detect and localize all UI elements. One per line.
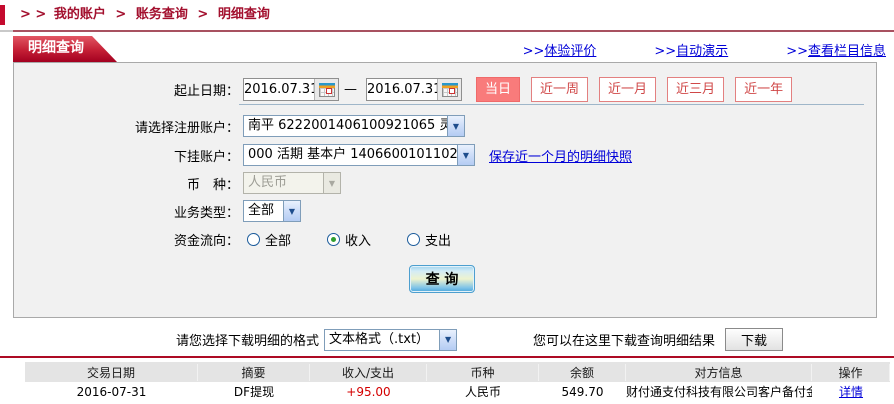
register-account-label: 请选择注册账户： <box>14 117 239 136</box>
calendar-icon <box>319 83 335 97</box>
link-prefix: >> <box>786 44 808 59</box>
download-format-label: 请您选择下载明细的格式 <box>176 330 319 349</box>
chevron-down-icon: ▼ <box>457 145 474 165</box>
link-label: 查看栏目信息 <box>808 44 886 59</box>
biz-type-select[interactable]: 全部 ▼ <box>243 200 301 222</box>
flow-option-label: 全部 <box>265 230 291 249</box>
save-monthly-snapshot-link[interactable]: 保存近一个月的明细快照 <box>489 146 632 165</box>
download-format-value: 文本格式（.txt） <box>325 330 439 350</box>
currency-value: 人民币 <box>244 173 323 193</box>
biz-type-row: 业务类型： 全部 ▼ <box>14 200 876 222</box>
flow-direction-label: 资金流向： <box>14 230 239 249</box>
cell-action: 详情 <box>812 383 890 400</box>
cell-balance: 549.70 <box>539 385 626 399</box>
currency-row: 币 种： 人民币 ▼ <box>14 172 876 194</box>
section-divider <box>0 356 894 358</box>
calendar-picker-button[interactable] <box>437 79 461 100</box>
radio-selected-icon <box>327 233 340 246</box>
chevron-down-icon: ▼ <box>439 330 456 350</box>
breadcrumb-separator: > <box>115 7 126 22</box>
breadcrumb-separator: > <box>197 7 208 22</box>
cell-currency: 人民币 <box>427 383 539 400</box>
calendar-icon <box>442 83 458 97</box>
results-table: 交易日期 摘要 收入/支出 币种 余额 对方信息 操作 2016-07-31 D… <box>25 362 890 404</box>
query-form-panel: 起止日期： 2016.07.31 — 2016.07.31 当日 近一周 近一月… <box>13 62 877 318</box>
header-summary: 摘要 <box>198 364 310 381</box>
flow-radio-all[interactable]: 全部 <box>247 230 291 249</box>
download-hint-text: 您可以在这里下载查询明细结果 <box>533 330 715 349</box>
register-account-select[interactable]: 南平 6222001406100921065 灵通卡 ▼ <box>243 115 465 137</box>
cell-trade-date: 2016-07-31 <box>25 385 198 399</box>
table-header-row: 交易日期 摘要 收入/支出 币种 余额 对方信息 操作 <box>25 362 890 382</box>
breadcrumb-item-my-account[interactable]: 我的账户 <box>54 7 106 22</box>
date-from-input[interactable]: 2016.07.31 <box>243 78 339 101</box>
header-income-expense: 收入/支出 <box>310 364 427 381</box>
quick-range-3months-button[interactable]: 近三月 <box>667 77 724 102</box>
date-range-row: 起止日期： 2016.07.31 — 2016.07.31 当日 近一周 近一月… <box>14 77 876 102</box>
date-from-value: 2016.07.31 <box>244 79 314 100</box>
currency-label: 币 种： <box>14 174 239 193</box>
sub-account-value: 000 活期 基本户 1406600101102571848 <box>244 145 457 165</box>
breadcrumb-item-account-query[interactable]: 账务查询 <box>136 7 188 22</box>
biz-type-label: 业务类型： <box>14 202 239 221</box>
detail-link[interactable]: 详情 <box>839 385 863 399</box>
chevron-down-icon: ▼ <box>323 173 340 193</box>
cell-counterparty: 财付通支付科技有限公司客户备付金 <box>626 383 812 400</box>
flow-radio-expense[interactable]: 支出 <box>407 230 451 249</box>
flow-radio-income[interactable]: 收入 <box>327 230 371 249</box>
breadcrumb-marker-bar <box>0 5 5 25</box>
register-account-value: 南平 6222001406100921065 灵通卡 <box>244 116 447 136</box>
chevron-down-icon: ▼ <box>447 116 464 136</box>
link-auto-demo[interactable]: >>自动演示 <box>654 40 728 59</box>
date-range-label: 起止日期： <box>14 80 239 99</box>
sub-account-row: 下挂账户： 000 活期 基本户 1406600101102571848 ▼ 保… <box>14 144 876 166</box>
quick-range-year-button[interactable]: 近一年 <box>735 77 792 102</box>
table-row: 2016-07-31 DF提现 +95.00 人民币 549.70 财付通支付科… <box>25 382 890 401</box>
biz-type-value: 全部 <box>244 201 283 221</box>
header-balance: 余额 <box>539 364 626 381</box>
link-prefix: >> <box>654 44 676 59</box>
download-format-select[interactable]: 文本格式（.txt） ▼ <box>324 329 457 351</box>
tab-bar: 明细查询 >>体验评价 >>自动演示 >>查看栏目信息 <box>0 32 894 62</box>
header-currency: 币种 <box>427 364 539 381</box>
link-label: 体验评价 <box>544 44 596 59</box>
quick-range-today-button[interactable]: 当日 <box>476 77 520 102</box>
link-prefix: >> <box>523 44 545 59</box>
sub-account-select[interactable]: 000 活期 基本户 1406600101102571848 ▼ <box>243 144 475 166</box>
radio-icon <box>247 233 260 246</box>
sub-account-label: 下挂账户： <box>14 146 239 165</box>
form-separator-line <box>239 104 864 105</box>
cell-amount: +95.00 <box>310 385 427 399</box>
currency-select: 人民币 ▼ <box>243 172 341 194</box>
query-button[interactable]: 查 询 <box>409 265 475 293</box>
download-button[interactable]: 下载 <box>725 328 783 351</box>
header-counterparty: 对方信息 <box>626 364 812 381</box>
date-to-input[interactable]: 2016.07.31 <box>366 78 462 101</box>
cell-summary: DF提现 <box>198 383 310 400</box>
header-action: 操作 <box>812 364 890 381</box>
flow-option-label: 支出 <box>425 230 451 249</box>
header-trade-date: 交易日期 <box>25 364 198 381</box>
link-view-column-info[interactable]: >>查看栏目信息 <box>786 40 886 59</box>
breadcrumb: > > 我的账户 > 账务查询 > 明细查询 <box>0 0 894 30</box>
link-label: 自动演示 <box>676 44 728 59</box>
flow-direction-row: 资金流向： 全部 收入 支出 <box>14 230 876 249</box>
flow-option-label: 收入 <box>345 230 371 249</box>
register-account-row: 请选择注册账户： 南平 6222001406100921065 灵通卡 ▼ <box>14 115 876 137</box>
calendar-picker-button[interactable] <box>314 79 338 100</box>
chevron-down-icon: ▼ <box>283 201 300 221</box>
radio-icon <box>407 233 420 246</box>
tab-detail-query[interactable]: 明细查询 <box>13 36 117 62</box>
breadcrumb-prefix: > > <box>20 7 46 22</box>
date-to-value: 2016.07.31 <box>367 79 437 100</box>
quick-range-week-button[interactable]: 近一周 <box>531 77 588 102</box>
date-range-dash: — <box>344 82 357 97</box>
download-row: 请您选择下载明细的格式 文本格式（.txt） ▼ 您可以在这里下载查询明细结果 … <box>0 327 894 352</box>
quick-range-month-button[interactable]: 近一月 <box>599 77 656 102</box>
header-links: >>体验评价 >>自动演示 >>查看栏目信息 <box>523 40 886 59</box>
breadcrumb-item-detail-query: 明细查询 <box>218 7 270 22</box>
link-experience-review[interactable]: >>体验评价 <box>523 40 597 59</box>
